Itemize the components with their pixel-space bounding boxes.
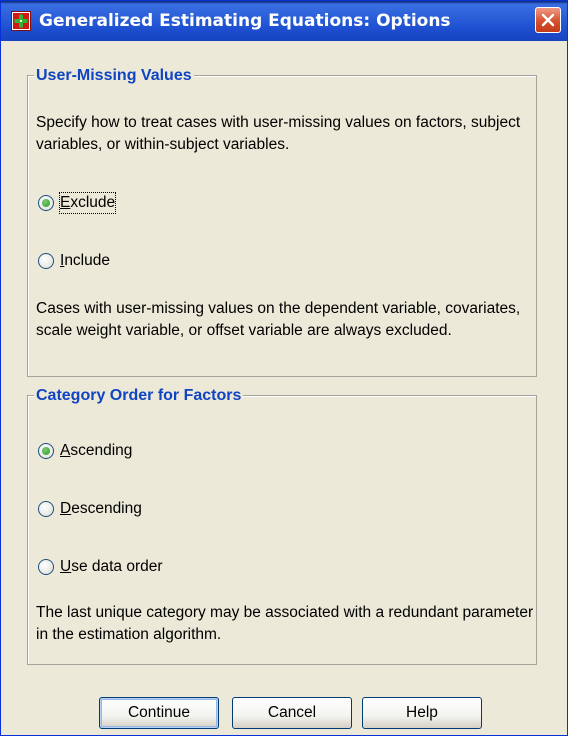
radio-button-descending[interactable] <box>38 501 54 517</box>
user-missing-values-legend: User-Missing Values <box>34 66 194 86</box>
label-include-rest: nclude <box>64 252 110 269</box>
radio-button-include[interactable] <box>38 253 54 269</box>
radio-label-exclude[interactable]: Exclude <box>58 192 117 214</box>
radio-ascending[interactable]: Ascending <box>38 440 132 462</box>
dialog-body: User-Missing Values Specify how to treat… <box>9 45 559 733</box>
category-order-legend: Category Order for Factors <box>34 386 244 406</box>
radio-label-include[interactable]: Include <box>60 251 110 271</box>
radio-button-ascending[interactable] <box>38 443 54 459</box>
mnemonic-ascending: A <box>60 442 71 459</box>
user-missing-note: Cases with user-missing values on the de… <box>36 300 521 339</box>
label-ascending-rest: scending <box>70 442 133 459</box>
radio-label-descending[interactable]: Descending <box>60 499 142 519</box>
category-order-group: Category Order for Factors Ascending Des… <box>27 386 537 665</box>
radio-label-use-data-order[interactable]: Use data order <box>60 557 163 577</box>
close-icon <box>541 13 555 27</box>
radio-include[interactable]: Include <box>38 250 110 272</box>
radio-button-exclude[interactable] <box>38 195 54 211</box>
continue-button[interactable]: Continue <box>99 697 219 729</box>
label-use-data-order-rest: se data order <box>71 558 163 575</box>
label-exclude-rest: xclude <box>70 194 116 211</box>
radio-use-data-order[interactable]: Use data order <box>38 556 163 578</box>
close-button[interactable] <box>535 7 561 33</box>
radio-exclude[interactable]: Exclude <box>38 192 117 214</box>
options-dialog: Generalized Estimating Equations: Option… <box>0 0 568 736</box>
spss-dialog-icon <box>11 11 31 31</box>
radio-label-ascending[interactable]: Ascending <box>60 441 132 461</box>
dialog-buttons: Continue Cancel Help <box>9 697 559 731</box>
help-button[interactable]: Help <box>362 697 482 729</box>
mnemonic-use-data-order: U <box>60 558 72 575</box>
radio-descending[interactable]: Descending <box>38 498 142 520</box>
window-title: Generalized Estimating Equations: Option… <box>39 11 451 31</box>
user-missing-description: Specify how to treat cases with user-mis… <box>36 114 521 153</box>
category-order-note: The last unique category may be associat… <box>36 604 534 643</box>
radio-button-use-data-order[interactable] <box>38 559 54 575</box>
user-missing-values-group: User-Missing Values Specify how to treat… <box>27 66 537 377</box>
label-descending-rest: escending <box>71 500 142 517</box>
title-bar[interactable]: Generalized Estimating Equations: Option… <box>1 1 567 41</box>
mnemonic-exclude: E <box>60 194 71 211</box>
cancel-button[interactable]: Cancel <box>232 697 352 729</box>
mnemonic-descending: D <box>60 500 72 517</box>
